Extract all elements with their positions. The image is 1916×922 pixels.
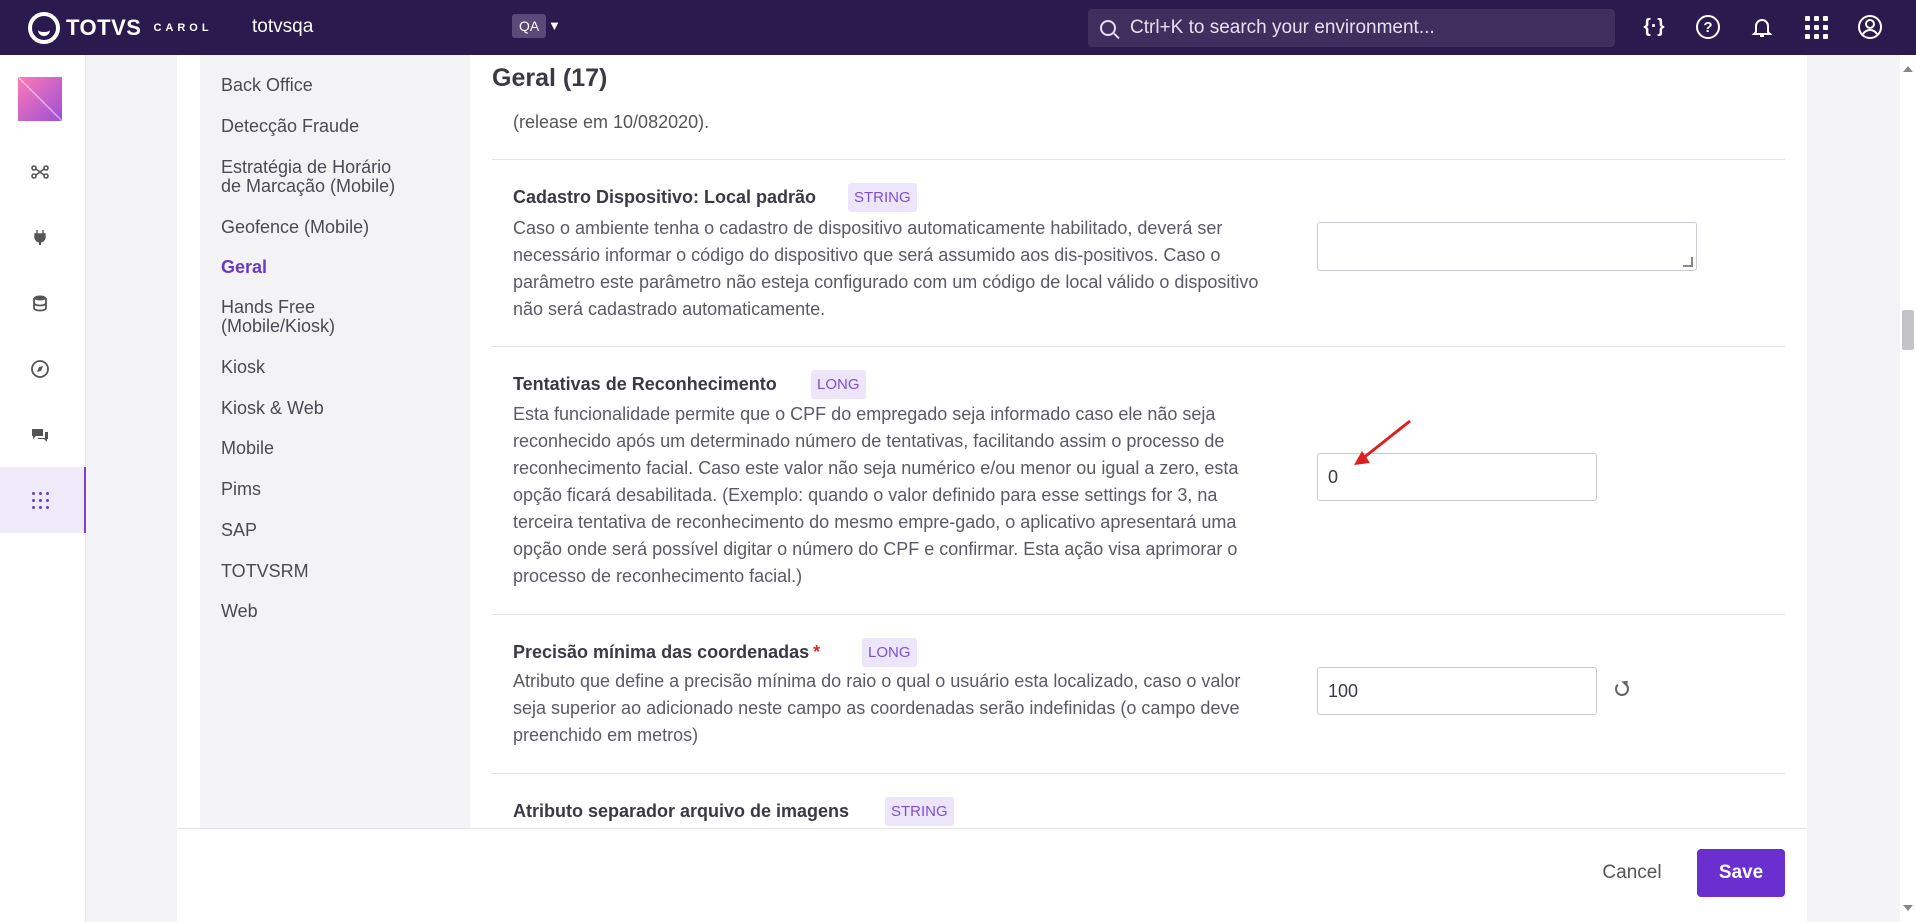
apps-grid-icon[interactable] [1802,13,1830,41]
bell-icon[interactable] [1748,13,1776,41]
type-badge: LONG [862,638,917,667]
nav-item-web[interactable]: Web [221,602,258,621]
search-placeholder: Ctrl+K to search your environment... [1130,17,1435,38]
local-padrao-textarea[interactable] [1317,222,1697,271]
chevron-down-icon[interactable]: ▼ [548,18,561,33]
setting-title: Tentativas de Reconhecimento [513,374,777,394]
nav-item-totvsrm[interactable]: TOTVSRM [221,562,309,581]
footer-bar [177,828,1807,922]
brand-sub: CAROL [153,22,213,34]
divider [492,346,1785,347]
search-input[interactable]: Ctrl+K to search your environment... [1088,9,1615,47]
type-badge: STRING [848,183,917,212]
nav-item-back-office[interactable]: Back Office [221,76,313,95]
search-icon [1100,20,1116,36]
setting-title: Precisão mínima das coordenadas * [513,642,821,662]
chat-icon[interactable] [28,423,52,447]
environment-name[interactable]: totvsqa [252,16,313,38]
setting-description: Caso o ambiente tenha o cadastro de disp… [513,218,1259,319]
user-account-icon[interactable] [1856,13,1884,41]
database-icon[interactable] [28,291,52,315]
scrollbar-thumb[interactable] [1902,310,1914,350]
nav-item-kiosk-web[interactable]: Kiosk & Web [221,399,324,418]
nav-item-hands-free[interactable]: Hands Free (Mobile/Kiosk) [221,298,335,336]
nav-item-sap[interactable]: SAP [221,521,257,540]
nav-item-geofence[interactable]: Geofence (Mobile) [221,218,369,237]
top-bar: TOTVS CAROL totvsqa QA ▼ Ctrl+K to searc… [0,0,1916,55]
carol-logo-icon[interactable] [18,77,62,121]
divider [492,614,1785,615]
left-rail [0,55,86,922]
type-badge: STRING [885,797,954,826]
reset-icon[interactable] [1615,682,1629,696]
setting-title: Cadastro Dispositivo: Local padrão [513,187,817,207]
type-badge: LONG [811,370,866,399]
annotation-arrow-icon [1354,419,1411,465]
page-title: Geral (17) [492,64,608,92]
required-mark: * [813,642,821,662]
cancel-button[interactable]: Cancel [1590,858,1674,888]
connectors-icon[interactable] [28,160,52,184]
setting-description: Atributo que define a precisão mínima do… [513,671,1241,745]
scrollbar[interactable] [1900,55,1916,922]
divider [492,773,1785,774]
scroll-up-icon[interactable] [1903,66,1913,72]
divider [492,159,1785,160]
brand-logo[interactable]: TOTVS CAROL [28,12,213,44]
nav-item-geral[interactable]: Geral [221,258,267,277]
settings-nav: Back Office Detecção Fraude Estratégia d… [200,55,470,830]
totvs-logo-icon [28,12,60,44]
nav-item-kiosk[interactable]: Kiosk [221,358,265,377]
precisao-input[interactable]: 100 [1317,667,1597,715]
setting-title: Atributo separador arquivo de imagens [513,801,850,821]
apps-dots-icon[interactable] [28,488,52,512]
setting-description: Esta funcionalidade permite que o CPF do… [513,404,1239,586]
nav-item-mobile[interactable]: Mobile [221,439,274,458]
resize-grip-icon[interactable] [1683,257,1693,267]
clipped-description: (release em 10/082020). [513,112,710,132]
environment-badge[interactable]: QA [512,14,547,38]
nav-item-deteccao-fraude[interactable]: Detecção Fraude [221,117,359,136]
nav-item-estrategia-horario[interactable]: Estratégia de Horário de Marcação (Mobil… [221,158,395,196]
help-icon[interactable]: ? [1694,13,1722,41]
save-button[interactable]: Save [1697,849,1785,897]
compass-icon[interactable] [28,357,52,381]
brand-name: TOTVS [66,15,142,40]
code-braces-icon[interactable]: {·} [1640,13,1668,41]
nav-item-pims[interactable]: Pims [221,480,261,499]
plug-icon[interactable] [28,225,52,249]
scroll-down-icon[interactable] [1903,905,1913,911]
